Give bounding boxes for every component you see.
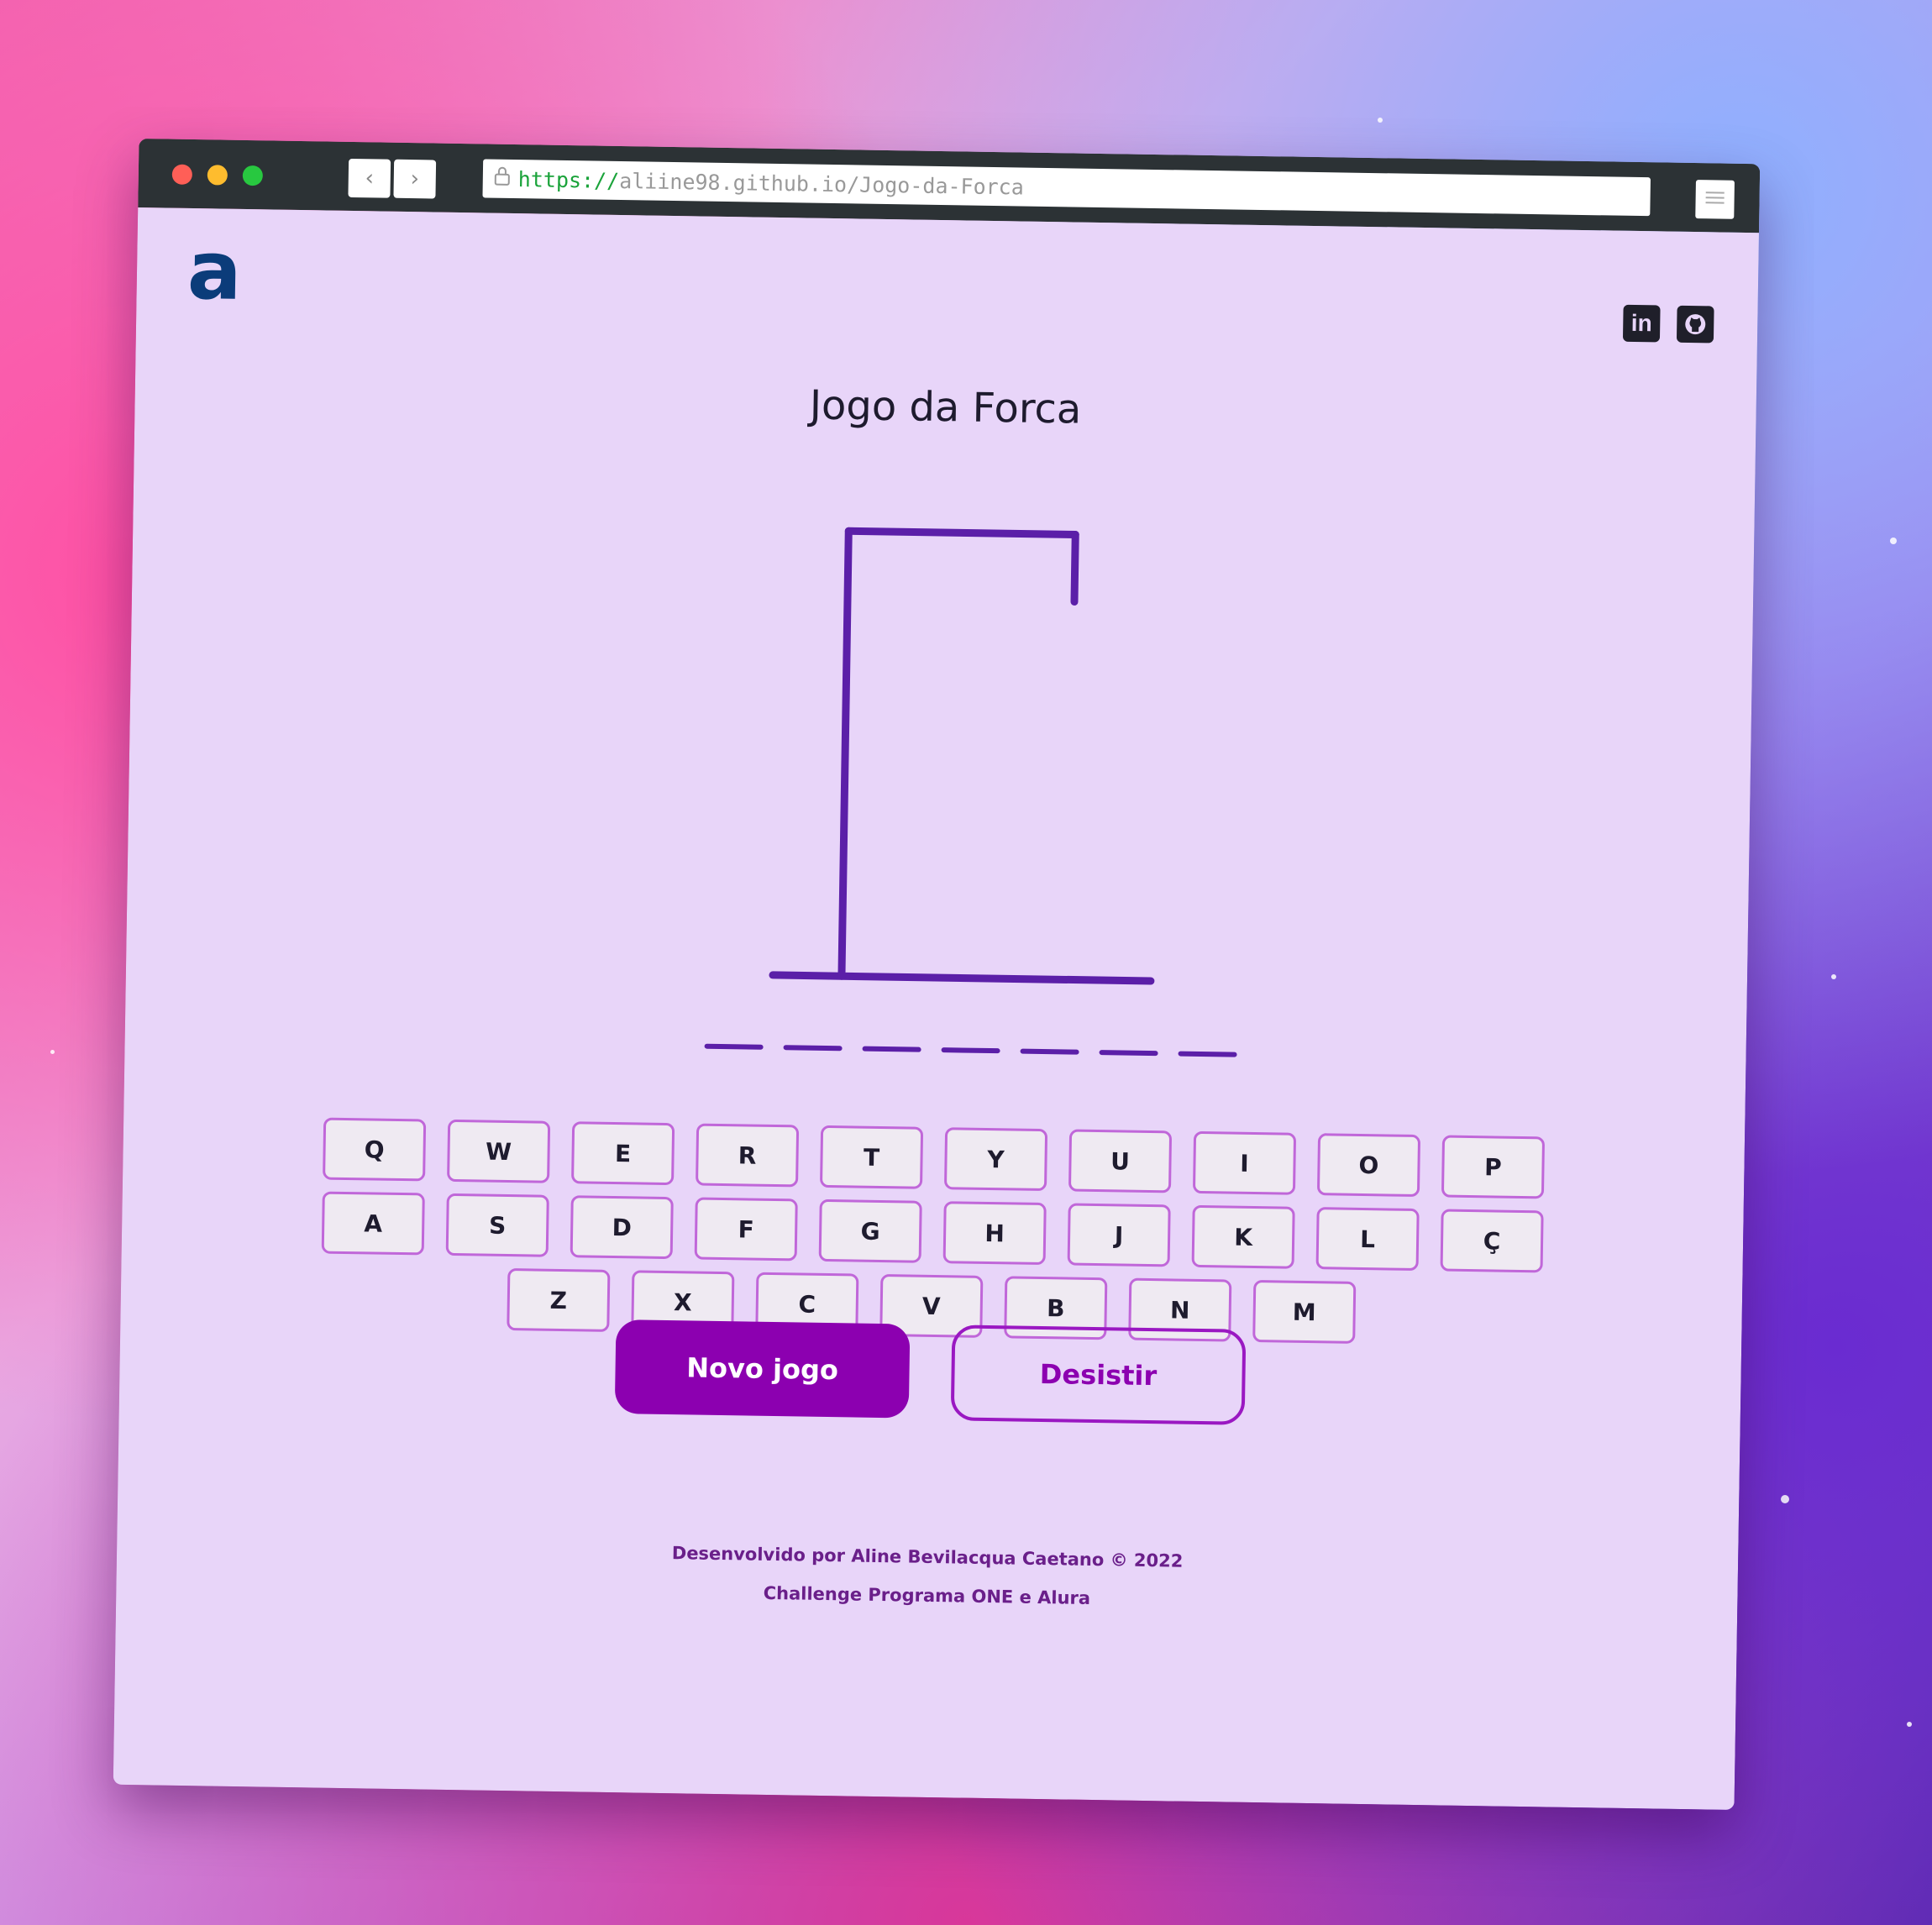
letter-blank <box>1099 1050 1158 1057</box>
github-icon[interactable] <box>1676 305 1714 344</box>
letter-blank <box>862 1046 921 1052</box>
word-blanks <box>704 1043 1237 1057</box>
letter-blank <box>704 1043 764 1050</box>
background-star <box>1378 118 1383 123</box>
key-l[interactable]: L <box>1315 1207 1420 1272</box>
key-f[interactable]: F <box>694 1197 798 1261</box>
linkedin-icon[interactable]: in <box>1622 304 1661 343</box>
key-i[interactable]: I <box>1192 1130 1297 1195</box>
back-button[interactable]: ‹ <box>348 158 391 198</box>
page-footer: Desenvolvido por Aline Bevilacqua Caetan… <box>116 1534 1738 1637</box>
key-e[interactable]: E <box>571 1121 675 1186</box>
alura-logo[interactable]: a <box>186 223 243 318</box>
keyboard-row: ASDFGHJKLÇ <box>122 1188 1744 1276</box>
give-up-button[interactable]: Desistir <box>950 1324 1247 1425</box>
footer-credit: Desenvolvido por Aline Bevilacqua Caetan… <box>671 1543 1184 1571</box>
background-star <box>1831 974 1836 979</box>
letter-blank <box>783 1045 843 1052</box>
address-bar[interactable]: https://aliine98.github.io/Jogo-da-Forca <box>482 159 1651 217</box>
background-star <box>1890 538 1897 544</box>
url-path: aliine98.github.io/Jogo-da-Forca <box>618 168 1025 200</box>
key-h[interactable]: H <box>942 1201 1047 1266</box>
letter-blank <box>941 1047 1000 1054</box>
key-k[interactable]: K <box>1191 1204 1295 1269</box>
social-links: in <box>1622 304 1714 344</box>
hangman-gallows <box>769 527 1155 985</box>
keyboard-row: QWERTYUIOP <box>123 1115 1745 1202</box>
key-r[interactable]: R <box>696 1123 800 1188</box>
key-y[interactable]: Y <box>943 1127 1048 1192</box>
browser-window: ‹ › https://aliine98.github.io/Jogo-da-F… <box>113 138 1761 1811</box>
settings-menu-button[interactable] <box>1695 180 1735 219</box>
key-s[interactable]: S <box>445 1193 549 1257</box>
minimize-window-dot[interactable] <box>207 165 228 186</box>
footer-challenge: Challenge Programa ONE e Alura <box>763 1582 1091 1608</box>
page-title: Jogo da Forca <box>809 381 1082 433</box>
key-q[interactable]: Q <box>323 1117 427 1182</box>
key-g[interactable]: G <box>818 1199 922 1263</box>
key-o[interactable]: O <box>1316 1133 1421 1198</box>
background-star <box>1781 1495 1789 1503</box>
key-j[interactable]: J <box>1067 1203 1171 1267</box>
key-a[interactable]: A <box>321 1191 425 1256</box>
key-ç[interactable]: Ç <box>1440 1209 1544 1273</box>
url-scheme: https:// <box>517 166 620 193</box>
sliders-icon <box>1704 188 1725 210</box>
key-w[interactable]: W <box>447 1119 551 1183</box>
key-t[interactable]: T <box>819 1125 924 1189</box>
close-window-dot[interactable] <box>171 164 193 185</box>
background-star <box>1907 1722 1912 1727</box>
key-u[interactable]: U <box>1068 1129 1173 1193</box>
forward-button[interactable]: › <box>393 159 437 199</box>
page-content: a in Jogo da Forca QWERTYUIOPASDFGHJKLÇZ… <box>113 207 1759 1811</box>
background-star <box>50 1050 55 1054</box>
letter-blank <box>1020 1048 1079 1055</box>
lock-icon <box>493 166 512 191</box>
maximize-window-dot[interactable] <box>242 165 264 186</box>
key-d[interactable]: D <box>570 1195 674 1260</box>
key-p[interactable]: P <box>1441 1135 1546 1199</box>
new-game-button[interactable]: Novo jogo <box>614 1319 911 1419</box>
letter-blank <box>1178 1051 1237 1057</box>
